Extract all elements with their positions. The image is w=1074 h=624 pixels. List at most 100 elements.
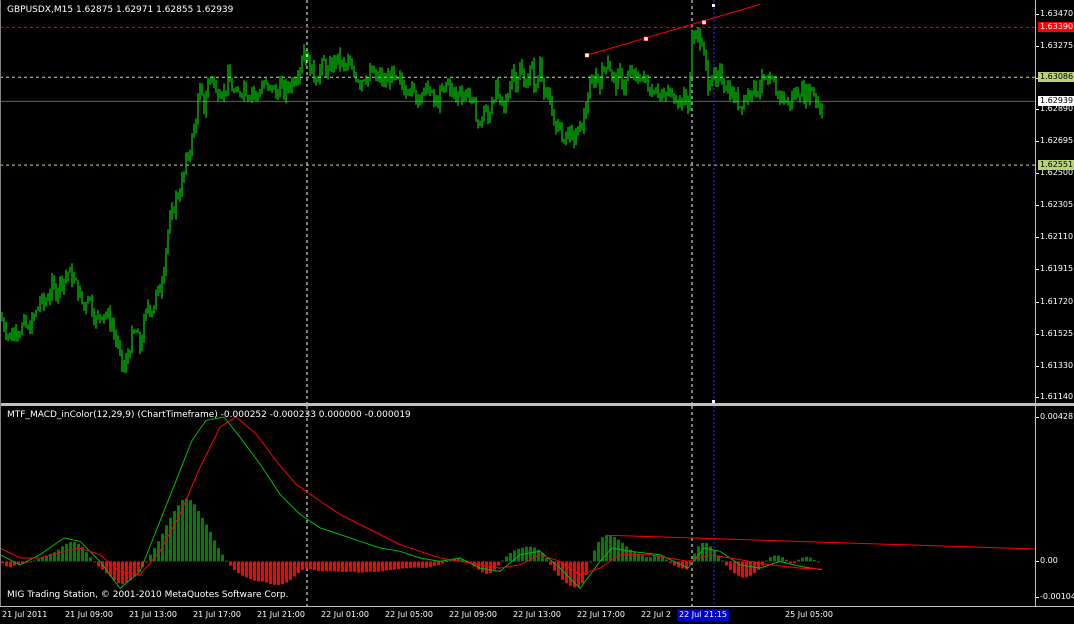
hist-bar-482 <box>481 561 484 573</box>
hist-bar-242 <box>241 561 244 576</box>
hist-bar-478 <box>477 561 480 570</box>
hist-bar-486 <box>485 561 488 574</box>
price-tick-label: 1.62695 <box>1040 136 1074 146</box>
price-tick-label: 1.61720 <box>1040 296 1074 306</box>
hist-bar-74 <box>73 542 76 562</box>
hist-bar-662 <box>661 557 664 562</box>
price-chart-svg[interactable] <box>0 0 1036 403</box>
hist-bar-138 <box>137 561 140 573</box>
hist-bar-322 <box>321 561 324 572</box>
price-tag-level: 1.62551 <box>1038 160 1074 171</box>
hist-bar-634 <box>633 552 636 562</box>
hist-bar-58 <box>57 549 60 562</box>
hist-bar-498 <box>497 561 500 566</box>
hist-bar-62 <box>61 546 64 562</box>
hist-bar-730 <box>729 561 732 570</box>
hist-bar-38 <box>37 558 40 562</box>
hist-bar-98 <box>97 561 100 567</box>
hist-bar-130 <box>129 561 132 580</box>
macd-scale[interactable]: 0.004287 0.00 -0.0010468 <box>1036 406 1074 606</box>
price-pane[interactable] <box>0 0 1074 403</box>
hist-bar-362 <box>361 561 364 573</box>
hist-bar-306 <box>305 561 308 569</box>
current-bar-marker-top <box>712 4 715 7</box>
time-axis[interactable]: 21 Jul 2011 21 Jul 09:00 21 Jul 13:00 21 Ju… <box>0 606 1074 624</box>
hist-bar-606 <box>605 535 608 562</box>
hist-bar-794 <box>793 561 796 564</box>
hist-bar-398 <box>397 561 400 569</box>
price-scale[interactable]: 1.634701.632751.630801.628901.626951.625… <box>1036 0 1074 403</box>
hist-bar-382 <box>381 561 384 572</box>
hist-bar-70 <box>69 542 72 562</box>
hist-bar-818 <box>817 561 820 563</box>
macd-chart-svg[interactable] <box>0 406 1036 606</box>
hist-bar-546 <box>545 558 548 562</box>
price-tag-hline: 1.63390 <box>1038 22 1074 33</box>
time-label: 22 Jul 09:00 <box>449 610 497 619</box>
hist-bar-146 <box>145 561 148 563</box>
hist-bar-394 <box>393 561 396 570</box>
hist-bar-222 <box>221 554 224 562</box>
time-label: 22 Jul 01:00 <box>321 610 369 619</box>
chart-window[interactable]: 1.634701.632751.630801.628901.626951.625… <box>0 0 1074 624</box>
hist-bar-298 <box>297 561 300 574</box>
hist-bar-442 <box>441 561 444 564</box>
hist-bar-742 <box>741 561 744 578</box>
macd-scale-tick <box>1036 417 1039 419</box>
hist-bar-598 <box>597 542 600 562</box>
hist-bar-386 <box>385 561 388 571</box>
hist-bar-78 <box>77 543 80 562</box>
hist-bar-186 <box>185 498 188 562</box>
hist-bar-10 <box>9 561 12 568</box>
hist-bar-734 <box>733 561 736 574</box>
hist-bar-202 <box>201 517 204 562</box>
hist-bar-726 <box>725 561 728 566</box>
time-label: 21 Jul 2011 <box>2 610 48 619</box>
hist-bar-594 <box>593 550 596 562</box>
hist-bar-618 <box>617 539 620 562</box>
price-tick-label: 1.62305 <box>1040 200 1074 210</box>
hist-bar-418 <box>417 561 420 568</box>
macd-pane[interactable] <box>0 406 1074 606</box>
hist-bar-266 <box>265 561 268 583</box>
hist-bar-286 <box>285 561 288 583</box>
hist-bar-490 <box>489 561 492 574</box>
hist-bar-434 <box>433 561 436 566</box>
trendline-anchor-1 <box>643 36 649 42</box>
hist-bar-702 <box>701 542 704 562</box>
hist-bar-502 <box>501 560 504 562</box>
hist-bar-338 <box>337 561 340 572</box>
hist-bar-774 <box>773 555 776 562</box>
price-tick-label: 1.63470 <box>1040 9 1074 19</box>
hist-bar-626 <box>625 546 628 562</box>
hist-bar-278 <box>277 561 280 585</box>
hist-bar-86 <box>85 552 88 562</box>
time-label: 21 Jul 13:00 <box>129 610 177 619</box>
macd-scale-tick <box>1036 596 1039 598</box>
hist-bar-414 <box>413 561 416 568</box>
hist-bar-302 <box>301 561 304 570</box>
hist-bar-806 <box>805 556 808 562</box>
hist-bar-426 <box>425 561 428 568</box>
hist-bar-670 <box>669 561 672 564</box>
price-tick-label: 1.62110 <box>1040 232 1074 242</box>
price-scale-tick <box>1036 396 1039 398</box>
hist-bar-746 <box>745 561 748 578</box>
hist-bar-378 <box>377 561 380 572</box>
hist-bar-30 <box>29 561 32 563</box>
hist-bar-582 <box>581 561 584 584</box>
macd-scale-tick <box>1036 561 1039 563</box>
hist-bar-282 <box>281 561 284 585</box>
hist-bar-654 <box>653 555 656 562</box>
hist-bar-258 <box>257 561 260 582</box>
hist-bar-406 <box>405 561 408 569</box>
hist-bar-750 <box>749 561 752 576</box>
hist-bar-218 <box>217 548 220 562</box>
price-scale-tick <box>1036 269 1039 271</box>
hist-bar-254 <box>253 561 256 581</box>
time-label: 22 Jul 13:00 <box>513 610 561 619</box>
hist-bar-214 <box>213 540 216 562</box>
hist-bar-210 <box>209 532 212 562</box>
macd-tick-label: 0.004287 <box>1040 412 1074 422</box>
hist-bar-366 <box>365 561 368 572</box>
